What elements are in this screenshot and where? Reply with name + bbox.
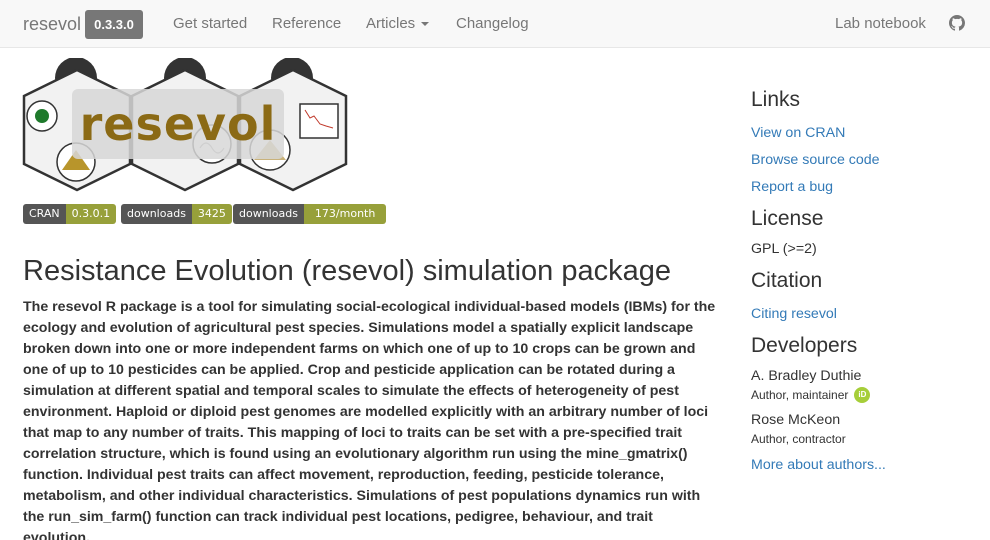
sidebar: Links View on CRAN Browse source code Re…	[751, 88, 981, 479]
license-heading: License	[751, 207, 824, 230]
badge-downloads-label: downloads	[121, 204, 192, 224]
badge-cran-value: 0.3.0.1	[65, 204, 117, 224]
github-icon[interactable]	[949, 15, 965, 31]
nav-changelog[interactable]: Changelog	[456, 15, 529, 32]
package-description: The resevol R package is a tool for simu…	[23, 299, 716, 540]
orcid-icon[interactable]: iD	[854, 387, 871, 403]
developer-role-text: Author, contractor	[751, 432, 846, 446]
brand-link[interactable]: resevol	[23, 14, 81, 35]
citation-heading: Citation	[751, 269, 823, 292]
logo-title: resevol	[72, 89, 284, 159]
nav-articles-dropdown[interactable]: Articles	[366, 15, 430, 32]
license-text: GPL (>=2)	[751, 241, 817, 257]
package-logo: resevol	[22, 57, 352, 194]
developer-role: Author, contractor	[751, 430, 981, 448]
nav-lab-notebook[interactable]: Lab notebook	[835, 15, 926, 32]
citing-resevol-link[interactable]: Citing resevol	[751, 301, 981, 328]
badge-monthly-label: downloads	[233, 204, 304, 224]
nav-get-started[interactable]: Get started	[173, 15, 247, 32]
developer-name: A. Bradley Duthie	[751, 368, 862, 384]
navbar: resevol 0.3.3.0 Get started Reference Ar…	[0, 0, 990, 48]
browse-source-link[interactable]: Browse source code	[751, 147, 981, 174]
caret-down-icon	[421, 22, 430, 27]
badge-downloads-total[interactable]: downloads 3425	[121, 204, 232, 224]
badge-downloads-monthly[interactable]: downloads 173/month	[233, 204, 387, 224]
report-bug-link[interactable]: Report a bug	[751, 174, 981, 201]
badge-cran-version[interactable]: CRAN 0.3.0.1	[23, 204, 117, 224]
badge-monthly-value: 173/month	[303, 204, 387, 224]
page-title: Resistance Evolution (resevol) simulatio…	[23, 255, 671, 287]
developer-name: Rose McKeon	[751, 412, 841, 428]
view-on-cran-link[interactable]: View on CRAN	[751, 120, 981, 147]
nav-reference[interactable]: Reference	[272, 15, 341, 32]
nav-articles-label: Articles	[366, 15, 416, 32]
developer-role-text: Author, maintainer	[751, 388, 849, 402]
version-badge[interactable]: 0.3.3.0	[85, 10, 143, 39]
developers-heading: Developers	[751, 334, 858, 357]
links-heading: Links	[751, 88, 801, 111]
badge-downloads-value: 3425	[191, 204, 232, 224]
more-about-authors-link[interactable]: More about authors...	[751, 452, 981, 479]
developer-role: Author, maintainer iD	[751, 386, 981, 404]
badge-cran-label: CRAN	[23, 204, 66, 224]
